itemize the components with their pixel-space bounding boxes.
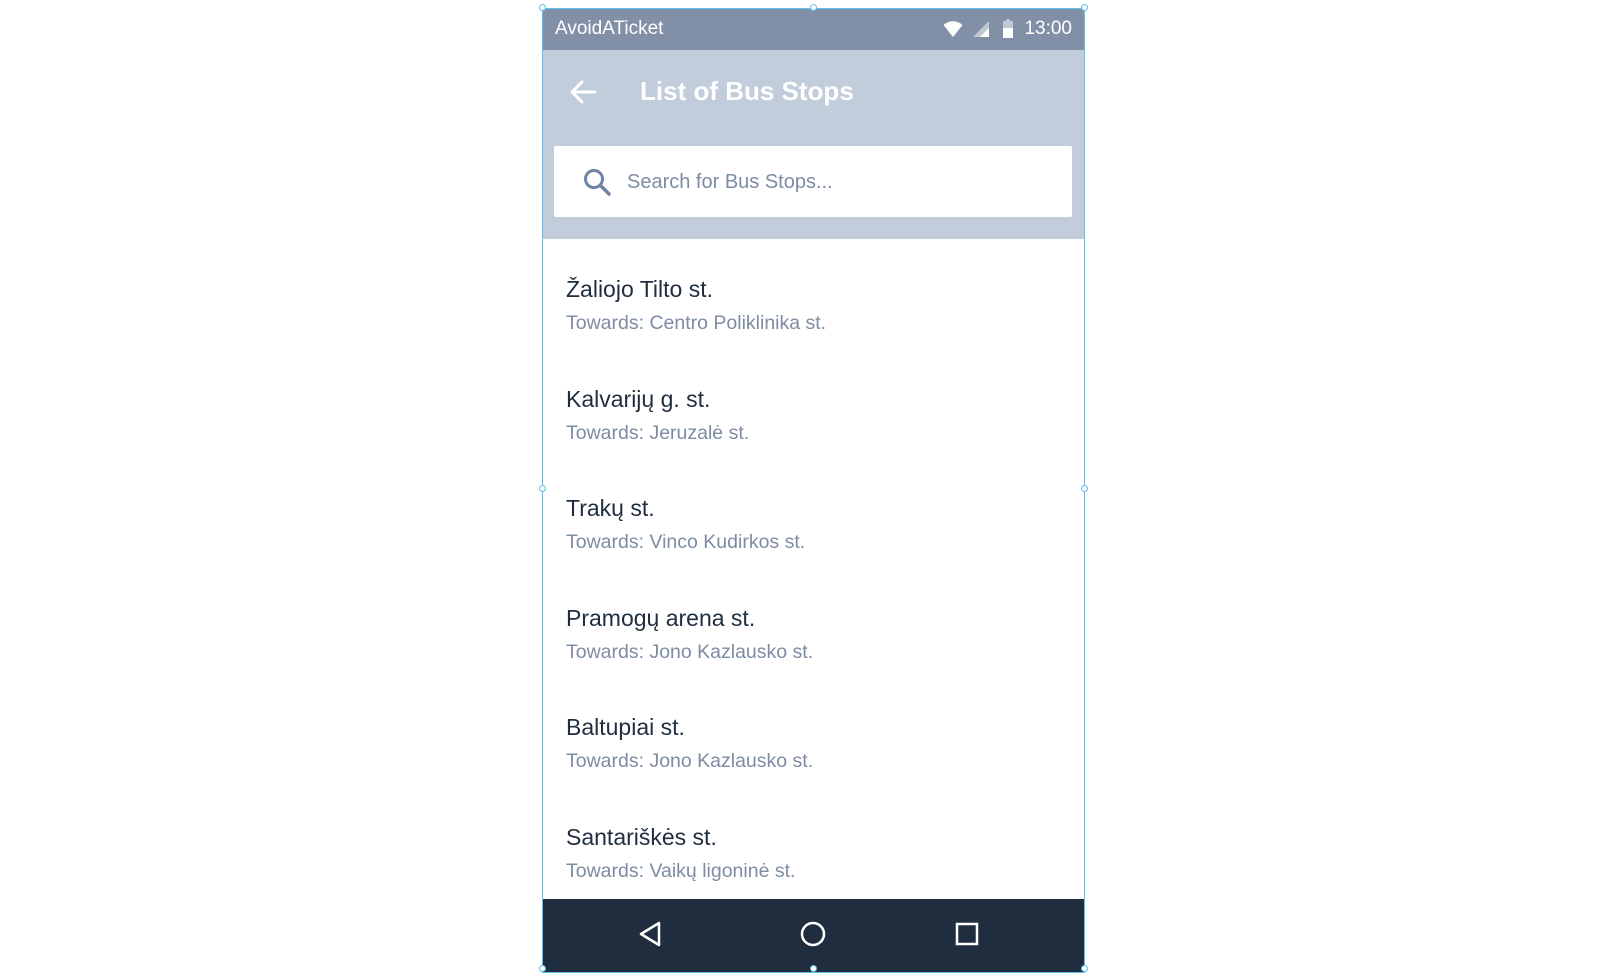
stop-name: Kalvarijų g. st. — [566, 385, 711, 412]
battery-icon — [1002, 19, 1014, 39]
list-item[interactable]: Santariškės st. Towards: Vaikų ligoninė … — [543, 787, 1084, 897]
bus-stop-list: Žaliojo Tilto st. Towards: Centro Polikl… — [543, 239, 1084, 896]
resize-handle-right[interactable] — [1081, 485, 1088, 492]
nav-home-button[interactable] — [796, 919, 830, 953]
resize-handle-top-left[interactable] — [539, 4, 546, 11]
stop-name: Pramogų arena st. — [566, 604, 756, 631]
resize-handle-bottom-left[interactable] — [539, 965, 546, 972]
nav-recents-button[interactable] — [950, 919, 984, 953]
search-icon — [582, 167, 612, 197]
search-input[interactable] — [627, 164, 1047, 200]
resize-handle-top[interactable] — [810, 4, 817, 11]
search-box[interactable] — [554, 146, 1072, 217]
status-time: 13:00 — [1024, 18, 1072, 39]
list-item[interactable]: Žaliojo Tilto st. Towards: Centro Polikl… — [543, 239, 1084, 349]
list-item[interactable]: Trakų st. Towards: Vinco Kudirkos st. — [543, 458, 1084, 568]
stop-towards: Towards: Jono Kazlausko st. — [566, 750, 814, 772]
resize-handle-top-right[interactable] — [1081, 4, 1088, 11]
stop-towards: Towards: Jono Kazlausko st. — [566, 640, 814, 663]
back-button[interactable] — [565, 76, 601, 112]
stop-name: Santariškės st. — [566, 823, 717, 850]
list-item[interactable]: Kalvarijų g. st. Towards: Jeruzalė st. — [543, 349, 1084, 459]
arrow-left-icon — [569, 79, 597, 110]
resize-handle-bottom[interactable] — [810, 965, 817, 972]
list-item[interactable]: Baltupiai st. Towards: Jono Kazlausko st… — [543, 677, 1084, 787]
wifi-icon — [943, 20, 963, 38]
status-app-name: AvoidATicket — [555, 18, 664, 39]
status-icons: 13:00 — [943, 17, 1072, 41]
system-nav-bar — [543, 899, 1084, 972]
stop-towards: Towards: Jeruzalė st. — [566, 421, 750, 444]
stop-towards: Towards: Vaikų ligoninė st. — [566, 859, 796, 882]
status-bar: AvoidATicket 13:00 — [543, 9, 1084, 50]
signal-icon — [972, 20, 990, 38]
back-triangle-icon — [637, 920, 663, 953]
recents-square-icon — [954, 921, 980, 952]
home-circle-icon — [799, 920, 827, 953]
list-item[interactable]: Pramogų arena st. Towards: Jono Kazlausk… — [543, 568, 1084, 678]
page-title: List of Bus Stops — [640, 76, 854, 106]
stop-name: Žaliojo Tilto st. — [566, 276, 713, 302]
stop-towards: Towards: Vinco Kudirkos st. — [566, 531, 806, 553]
app-bar: List of Bus Stops — [543, 50, 1084, 239]
resize-handle-bottom-right[interactable] — [1081, 965, 1088, 972]
stop-towards: Towards: Centro Poliklinika st. — [566, 312, 827, 334]
phone-screen: AvoidATicket 13:00 List of Bus Stops Sea… — [543, 9, 1084, 972]
stop-name: Trakų st. — [566, 495, 655, 521]
nav-back-button[interactable] — [633, 919, 667, 953]
resize-handle-left[interactable] — [539, 485, 546, 492]
stop-name: Baltupiai st. — [566, 714, 685, 740]
design-canvas: AvoidATicket 13:00 List of Bus Stops Sea… — [0, 0, 1600, 973]
